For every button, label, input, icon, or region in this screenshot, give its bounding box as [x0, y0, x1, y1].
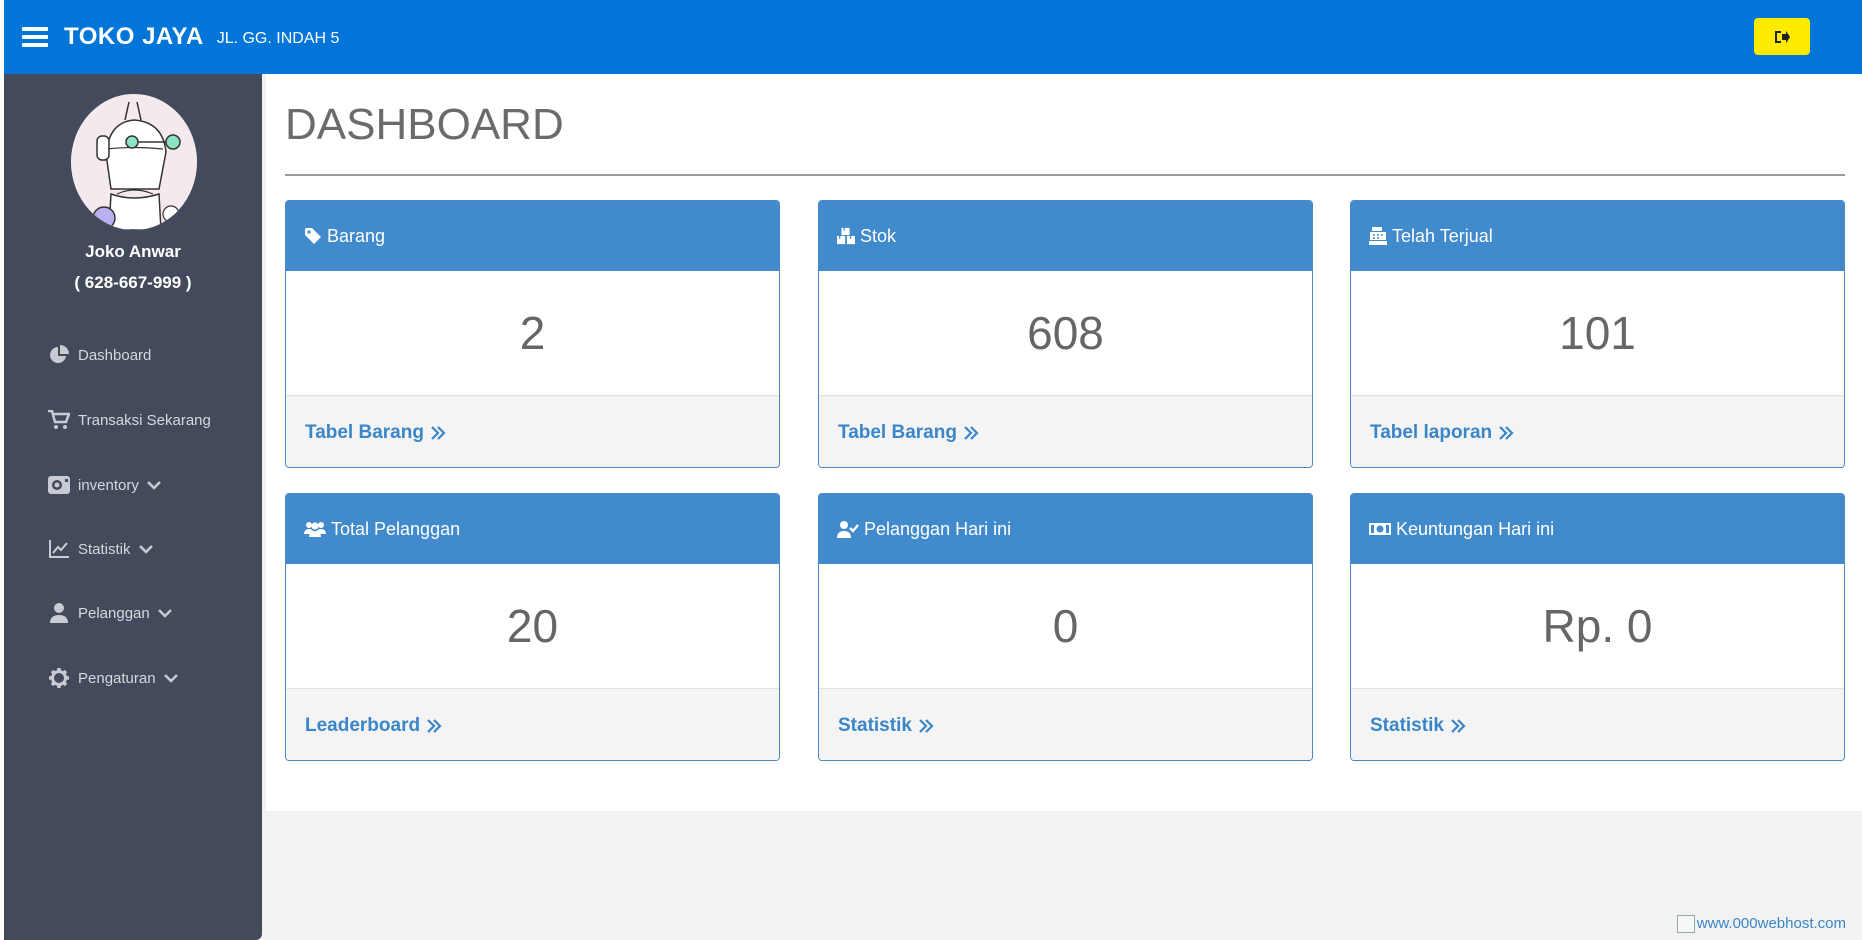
card-title: Stok	[860, 225, 897, 246]
user-phone: ( 628-667-999 )	[74, 273, 192, 292]
link-label: Tabel laporan	[1370, 421, 1493, 443]
sidebar-item-inventory[interactable]: inventory	[48, 474, 161, 496]
money-bill-icon	[1369, 520, 1391, 538]
statistik-link[interactable]: Statistik	[838, 715, 934, 737]
sign-out-icon	[1775, 30, 1790, 43]
user-icon	[48, 602, 70, 624]
sidebar-item-label: Pelanggan	[78, 604, 150, 622]
sidebar-item-pelanggan[interactable]: Pelanggan	[48, 602, 172, 624]
user-check-icon	[837, 520, 859, 538]
card-footer: Tabel Barang	[819, 396, 1312, 467]
card-header: Telah Terjual	[1351, 201, 1844, 271]
store-address: JL. GG. INDAH 5	[216, 30, 340, 47]
card-title: Barang	[327, 225, 386, 246]
card-pelanggan-hari-ini: Pelanggan Hari ini 0 Statistik	[818, 493, 1313, 761]
title-divider	[285, 174, 1845, 176]
link-label: Tabel Barang	[838, 421, 957, 443]
card-stok: Stok 608 Tabel Barang	[818, 200, 1313, 468]
card-telah-terjual: Telah Terjual 101 Tabel laporan	[1350, 200, 1845, 468]
card-header: Pelanggan Hari ini	[819, 494, 1312, 564]
inventory-icon	[48, 474, 70, 496]
tabel-laporan-link[interactable]: Tabel laporan	[1370, 422, 1514, 444]
card-header: Total Pelanggan	[286, 494, 779, 564]
top-navbar: TOKO JAYA JL. GG. INDAH 5	[4, 0, 1862, 74]
page-title: DASHBOARD	[285, 100, 564, 149]
link-label: Leaderboard	[305, 714, 421, 736]
chevron-down-icon	[163, 674, 178, 683]
link-label: Tabel Barang	[305, 421, 424, 443]
chevron-down-icon	[138, 545, 153, 554]
cart-icon	[48, 409, 70, 431]
sidebar-item-transaksi[interactable]: Transaksi Sekarang	[48, 409, 211, 431]
double-chevron-right-icon	[919, 718, 934, 733]
card-header: Keuntungan Hari ini	[1351, 494, 1844, 564]
card-title: Keuntungan Hari ini	[1396, 518, 1555, 539]
card-value: 608	[819, 271, 1312, 396]
statistik-link[interactable]: Statistik	[1370, 715, 1466, 737]
broken-image-icon	[1676, 915, 1695, 933]
card-header: Stok	[819, 201, 1312, 271]
card-value: 101	[1351, 271, 1844, 396]
tag-icon	[304, 227, 322, 245]
pie-chart-icon	[48, 344, 70, 366]
card-title: Pelanggan Hari ini	[864, 518, 1012, 539]
webhost-badge[interactable]: www.000webhost.com	[1676, 915, 1846, 933]
line-chart-icon	[48, 538, 70, 560]
sidebar-item-dashboard[interactable]: Dashboard	[48, 344, 151, 366]
card-footer: Tabel laporan	[1351, 396, 1844, 467]
sidebar-item-statistik[interactable]: Statistik	[48, 538, 153, 560]
card-footer: Statistik	[1351, 689, 1844, 760]
double-chevron-right-icon	[431, 425, 446, 440]
card-value: 0	[819, 564, 1312, 689]
sidebar-item-label: Pengaturan	[78, 669, 156, 687]
card-total-pelanggan: Total Pelanggan 20 Leaderboard	[285, 493, 780, 761]
sidebar-item-label: Statistik	[78, 540, 131, 558]
users-icon	[304, 520, 326, 538]
double-chevron-right-icon	[964, 425, 979, 440]
hamburger-menu-icon[interactable]	[22, 27, 48, 47]
card-footer: Tabel Barang	[286, 396, 779, 467]
user-name: Joko Anwar	[85, 242, 181, 261]
logout-button[interactable]	[1754, 18, 1810, 55]
card-keuntungan-hari-ini: Keuntungan Hari ini Rp. 0 Statistik	[1350, 493, 1845, 761]
card-title: Telah Terjual	[1392, 225, 1493, 246]
sidebar-item-label: Dashboard	[78, 346, 152, 364]
card-value: 2	[286, 271, 779, 396]
card-value: Rp. 0	[1351, 564, 1844, 689]
chevron-down-icon	[157, 609, 172, 618]
link-label: Statistik	[1370, 714, 1444, 736]
double-chevron-right-icon	[1451, 718, 1466, 733]
tabel-barang-link[interactable]: Tabel Barang	[838, 422, 979, 444]
sidebar-item-pengaturan[interactable]: Pengaturan	[48, 667, 178, 689]
webhost-alt-text: www.000webhost.com	[1696, 915, 1846, 932]
cash-register-icon	[1369, 227, 1387, 245]
double-chevron-right-icon	[1499, 425, 1514, 440]
link-label: Statistik	[838, 714, 912, 736]
chevron-down-icon	[146, 481, 161, 490]
card-footer: Statistik	[819, 689, 1312, 760]
sidebar: Joko Anwar ( 628-667-999 ) Dashboard Tra…	[4, 74, 262, 940]
card-header: Barang	[286, 201, 779, 271]
tabel-barang-link[interactable]: Tabel Barang	[305, 422, 446, 444]
brand-name[interactable]: TOKO JAYA	[64, 23, 204, 51]
card-footer: Leaderboard	[286, 689, 779, 760]
card-value: 20	[286, 564, 779, 689]
boxes-icon	[837, 227, 855, 245]
sidebar-item-label: Transaksi Sekarang	[78, 411, 211, 429]
sidebar-item-label: inventory	[78, 476, 139, 494]
avatar	[71, 94, 197, 230]
leaderboard-link[interactable]: Leaderboard	[305, 715, 442, 737]
gear-icon	[48, 667, 70, 689]
card-barang: Barang 2 Tabel Barang	[285, 200, 780, 468]
card-title: Total Pelanggan	[331, 518, 461, 539]
double-chevron-right-icon	[427, 718, 442, 733]
